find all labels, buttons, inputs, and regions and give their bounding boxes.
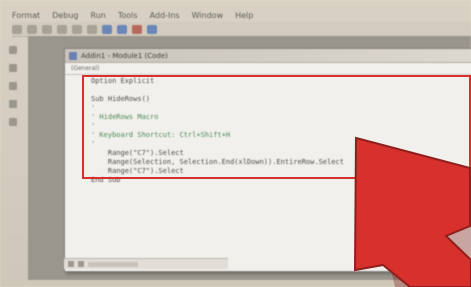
pointer-arrow-icon xyxy=(353,136,471,287)
